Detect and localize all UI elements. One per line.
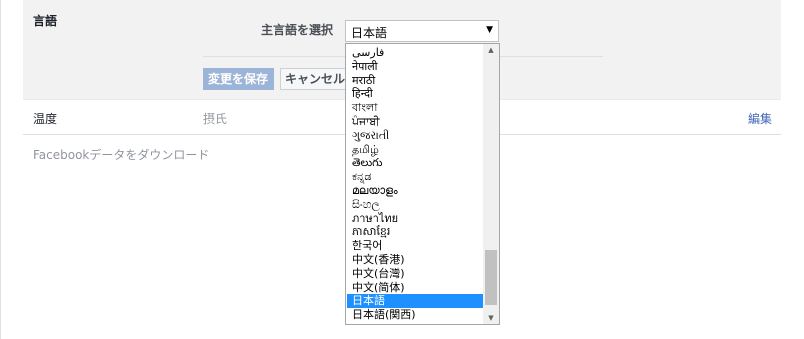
language-section-heading: 言語	[33, 14, 58, 28]
selected-language-value: 日本語	[351, 26, 388, 40]
download-facebook-data-link[interactable]: Facebookデータをダウンロード	[33, 146, 209, 163]
scroll-up-arrow-icon[interactable]: ▲	[483, 44, 499, 56]
language-option[interactable]: தமிழ்	[347, 143, 483, 157]
language-option[interactable]: ગુજરાતી	[347, 129, 483, 143]
language-option[interactable]: 中文(香港)	[347, 253, 483, 267]
scrollbar-thumb[interactable]	[485, 250, 497, 305]
chevron-down-icon: ▼	[486, 25, 493, 35]
temperature-label: 温度	[33, 112, 58, 126]
language-option[interactable]: ਪੰਜਾਬੀ	[347, 115, 483, 129]
language-option[interactable]: 日本語	[347, 294, 483, 309]
language-option[interactable]: فارسی	[347, 46, 483, 60]
language-option[interactable]: മലയാളം	[347, 184, 483, 198]
language-option[interactable]: ภาษาไทย	[347, 212, 483, 226]
language-option[interactable]: नेपाली	[347, 60, 483, 74]
language-dropdown-list[interactable]: فارسی नेपाली मराठी हिन्दी বাংলা ਪੰਜਾਬੀ ગુજરાતી…	[345, 43, 500, 325]
language-option[interactable]: 中文(简体)	[347, 281, 483, 295]
language-option[interactable]: मराठी	[347, 74, 483, 88]
primary-language-label: 主言語を選択	[261, 23, 334, 37]
language-option[interactable]: ಕನ್ನಡ	[347, 170, 483, 184]
language-option[interactable]: සිංහල	[347, 198, 483, 212]
page-border	[0, 0, 1, 339]
cancel-button[interactable]: キャンセル	[280, 68, 348, 90]
temperature-value: 摂氏	[203, 112, 228, 126]
primary-language-select[interactable]: 日本語 ▼	[345, 20, 499, 42]
edit-temperature-link[interactable]: 編集	[748, 110, 772, 127]
save-changes-button[interactable]: 変更を保存	[203, 68, 274, 90]
scroll-down-arrow-icon[interactable]: ▼	[483, 312, 499, 324]
language-option[interactable]: తెలుగు	[347, 156, 483, 170]
language-option[interactable]: 中文(台灣)	[347, 267, 483, 281]
language-option[interactable]: 日本語(関西)	[347, 308, 483, 322]
language-option[interactable]: ភាសាខ្មែរ	[347, 225, 483, 239]
language-option[interactable]: বাংলা	[347, 101, 483, 115]
language-option[interactable]: हिन्दी	[347, 87, 483, 101]
dropdown-scrollbar[interactable]: ▲ ▼	[483, 44, 499, 324]
language-option[interactable]: 한국어	[347, 239, 483, 253]
